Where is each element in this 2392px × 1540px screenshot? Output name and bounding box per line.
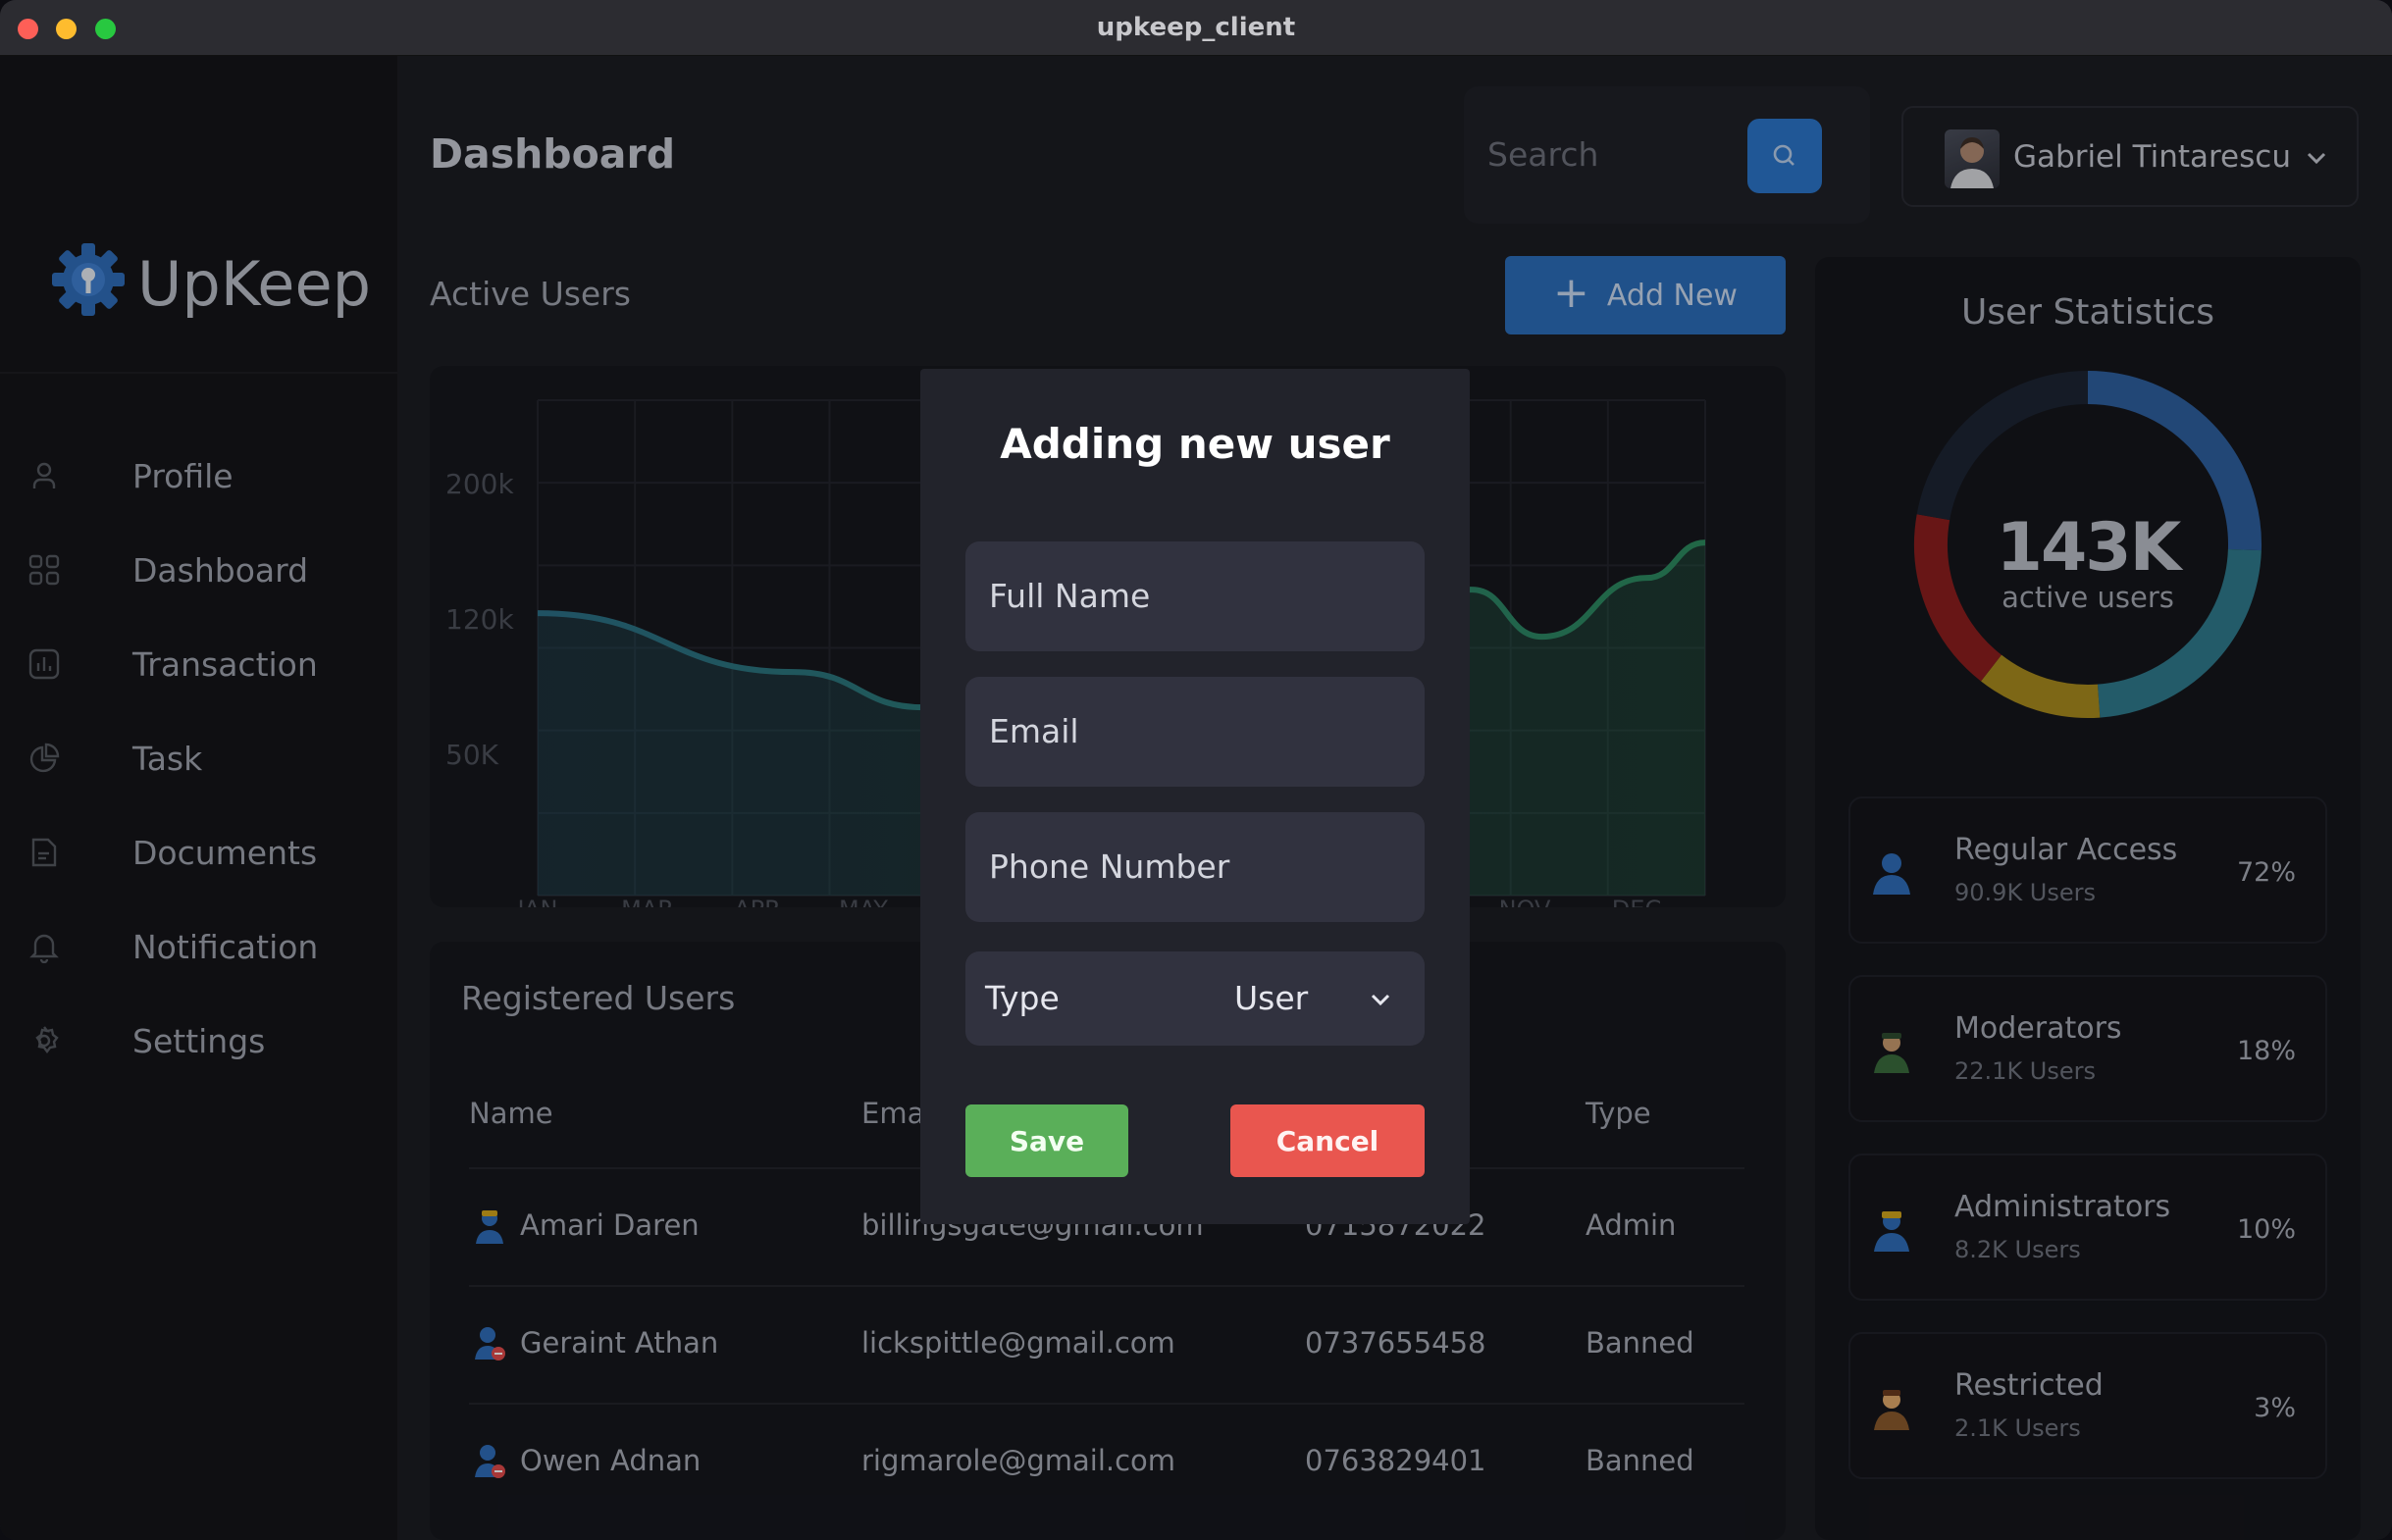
full-name-placeholder: Full Name — [989, 577, 1151, 615]
email-field[interactable]: Email — [965, 677, 1425, 787]
cancel-button[interactable]: Cancel — [1230, 1104, 1425, 1177]
chevron-down-icon — [1371, 994, 1390, 1006]
phone-number-field[interactable]: Phone Number — [965, 812, 1425, 922]
full-name-field[interactable]: Full Name — [965, 541, 1425, 651]
type-select[interactable]: Type User — [965, 951, 1425, 1046]
modal-title: Adding new user — [1000, 420, 1390, 468]
app-window: upkeep_client UpKeep Profile Dashboard T… — [0, 0, 2392, 1540]
phone-placeholder: Phone Number — [989, 847, 1230, 886]
save-button[interactable]: Save — [965, 1104, 1128, 1177]
type-label: Type — [985, 979, 1060, 1017]
title-bar: upkeep_client — [0, 0, 2392, 56]
email-placeholder: Email — [989, 712, 1079, 750]
add-user-modal: Adding new user Full Name Email Phone Nu… — [920, 369, 1470, 1224]
type-selected-value: User — [1234, 979, 1309, 1017]
window-title: upkeep_client — [1096, 13, 1296, 42]
